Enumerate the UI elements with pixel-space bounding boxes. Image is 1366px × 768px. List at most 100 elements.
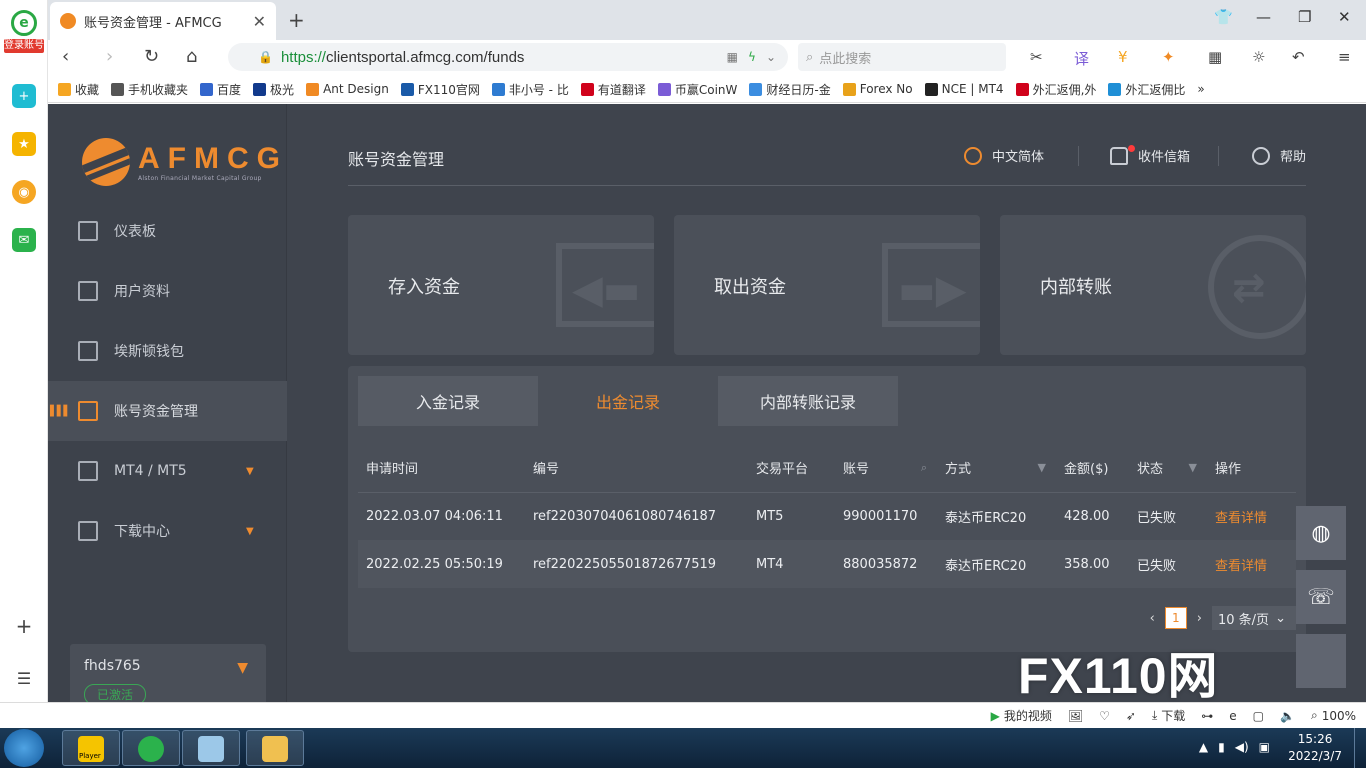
ie-icon[interactable]: e	[1229, 709, 1236, 723]
browser-tab[interactable]: 账号资金管理 - AFMCG ✕	[50, 2, 276, 40]
float-button[interactable]	[1296, 634, 1346, 688]
download-button[interactable]: ⤓ 下载	[1152, 707, 1185, 724]
inbox-link[interactable]: 收件信箱	[1110, 144, 1190, 165]
bookmark-item[interactable]: 外汇返佣比	[1108, 81, 1185, 98]
home-icon[interactable]: ⌂	[186, 46, 197, 67]
close-window-icon[interactable]: ✕	[1338, 8, 1351, 26]
sidebar-item-funds[interactable]: ▌▌▌ 账号资金管理	[48, 381, 287, 441]
bookmark-item[interactable]: 收藏	[58, 81, 99, 98]
bookmark-item[interactable]: 币赢CoinW	[657, 81, 737, 98]
bookmark-item[interactable]: 财经日历-金	[749, 81, 831, 98]
speaker-icon[interactable]: 🔈	[1280, 709, 1295, 723]
tray-up-icon[interactable]: ▲	[1199, 740, 1208, 754]
search-input[interactable]: ⌕ 点此搜索	[798, 43, 1006, 71]
language-selector[interactable]: 中文简体	[964, 146, 1044, 165]
heart-icon[interactable]: ♡	[1099, 709, 1110, 723]
search-icon[interactable]: ⌕	[921, 461, 927, 475]
page-button[interactable]: 1	[1164, 607, 1187, 629]
bookmark-item[interactable]: 外汇返佣,外	[1015, 81, 1096, 98]
favorites-star-icon[interactable]: ★	[12, 132, 36, 156]
player-icon: Player	[78, 736, 104, 762]
address-bar[interactable]: 🔒 https://clientsportal.afmcg.com/funds …	[228, 43, 788, 71]
translate-icon[interactable]: 译	[1074, 48, 1089, 69]
bookmark-item[interactable]: NCE | MT4	[924, 82, 1004, 96]
help-link[interactable]: 帮助	[1252, 146, 1306, 165]
new-tab-icon[interactable]: +	[288, 8, 305, 32]
chevron-down-icon[interactable]: ⌄	[766, 50, 776, 64]
bookmark-item[interactable]: Forex No	[842, 82, 913, 96]
refresh-icon[interactable]: ↻	[144, 46, 159, 67]
game-icon[interactable]: ✦	[1162, 48, 1175, 66]
tab-withdraw-records[interactable]: 出金记录	[538, 376, 718, 426]
back-icon[interactable]: ‹	[62, 46, 69, 67]
restore-icon[interactable]: ❐	[1298, 8, 1311, 26]
bookmark-item[interactable]: Ant Design	[306, 82, 389, 96]
wechat-button[interactable]: ☏	[1296, 570, 1346, 624]
sidebar-item-profile[interactable]: 用户资料	[48, 261, 287, 321]
apps-grid-icon[interactable]: ▦	[1208, 48, 1222, 66]
glasses-icon[interactable]: ⊶	[1201, 709, 1213, 723]
login-account-button[interactable]: e 登录账号	[4, 10, 44, 53]
battery-icon[interactable]: ▮	[1218, 740, 1225, 754]
taskbar-notepad[interactable]	[182, 730, 240, 766]
scissors-icon[interactable]: ✂	[1030, 48, 1043, 66]
sidebar-item-wallet[interactable]: 埃斯顿钱包	[48, 321, 287, 381]
weibo-icon[interactable]: ◉	[12, 180, 36, 204]
bookmark-item[interactable]: 有道翻译	[580, 81, 646, 98]
prev-page-icon[interactable]: ‹	[1150, 611, 1155, 626]
page-size-select[interactable]: 10 条/页 ⌄	[1212, 606, 1296, 630]
forward-icon[interactable]: ›	[106, 46, 113, 67]
shirt-skin-icon[interactable]: 👕	[1214, 8, 1233, 26]
rocket-icon[interactable]: ➶	[1126, 709, 1136, 723]
show-desktop-button[interactable]	[1354, 728, 1366, 768]
qq-icon: ◍	[1311, 520, 1331, 546]
sidebar-item-downloads[interactable]: 下载中心 ▼	[48, 501, 287, 561]
list-menu-icon[interactable]: ☰	[12, 666, 36, 690]
dashboard-grid-icon	[78, 221, 98, 241]
volume-icon[interactable]: ◀)	[1235, 740, 1249, 754]
afmcg-logo[interactable]: AFMCG Alston Financial Market Capital Gr…	[82, 138, 288, 186]
tab-transfer-records[interactable]: 内部转账记录	[718, 376, 898, 426]
view-details-link[interactable]: 查看详情	[1207, 540, 1296, 588]
withdraw-card[interactable]: 取出资金 ▬▶	[674, 215, 980, 355]
filter-icon[interactable]: ▼	[1189, 461, 1197, 474]
undo-icon[interactable]: ↶	[1292, 48, 1305, 66]
taskbar-browser[interactable]	[122, 730, 180, 766]
my-video-button[interactable]: ▶ 我的视频	[991, 707, 1052, 724]
lightning-icon[interactable]: ϟ	[748, 50, 756, 64]
deposit-card[interactable]: 存入资金 ◀▬	[348, 215, 654, 355]
network-icon[interactable]: ▣	[1259, 740, 1270, 754]
transfer-card[interactable]: 内部转账 ⇄	[1000, 215, 1306, 355]
mail-icon[interactable]: ✉	[12, 228, 36, 252]
bookmark-item[interactable]: 极光	[253, 81, 294, 98]
user-account-box[interactable]: fhds765 ▼ 已激活	[70, 644, 266, 702]
qr-code-icon[interactable]: ▦	[727, 50, 738, 64]
image-icon[interactable]: 🖼	[1068, 709, 1083, 723]
bookmark-item[interactable]: FX110官网	[400, 81, 480, 98]
health-plus-icon[interactable]: +	[12, 84, 36, 108]
more-bookmarks-icon[interactable]: »	[1197, 82, 1204, 96]
add-icon[interactable]: +	[12, 614, 36, 638]
menu-icon[interactable]: ≡	[1338, 48, 1351, 66]
brightness-icon[interactable]: ☼	[1252, 48, 1265, 66]
view-details-link[interactable]: 查看详情	[1207, 492, 1296, 540]
taskbar-explorer[interactable]	[246, 730, 304, 766]
window-icon[interactable]: ▢	[1253, 709, 1264, 723]
filter-icon[interactable]: ▼	[1038, 461, 1046, 474]
tab-deposit-records[interactable]: 入金记录	[358, 376, 538, 426]
caret-down-icon[interactable]: ▼	[237, 660, 248, 676]
bookmark-item[interactable]: 非小号 - 比	[491, 81, 569, 98]
clock[interactable]: 15:26 2022/3/7	[1288, 731, 1342, 765]
next-page-icon[interactable]: ›	[1197, 611, 1202, 626]
bookmark-item[interactable]: 百度	[200, 81, 241, 98]
taskbar-player[interactable]: Player	[62, 730, 120, 766]
close-tab-icon[interactable]: ✕	[253, 12, 266, 31]
sidebar-item-dashboard[interactable]: 仪表板	[48, 201, 287, 261]
bookmark-item[interactable]: 手机收藏夹	[111, 81, 188, 98]
sidebar-item-mt4-mt5[interactable]: MT4 / MT5 ▼	[48, 441, 287, 501]
shield-coin-icon[interactable]: ¥	[1118, 48, 1128, 66]
zoom-control[interactable]: ⌕ 100%	[1311, 708, 1356, 723]
qq-chat-button[interactable]: ◍	[1296, 506, 1346, 560]
minimize-icon[interactable]: —	[1256, 8, 1271, 26]
start-button[interactable]	[4, 729, 44, 767]
